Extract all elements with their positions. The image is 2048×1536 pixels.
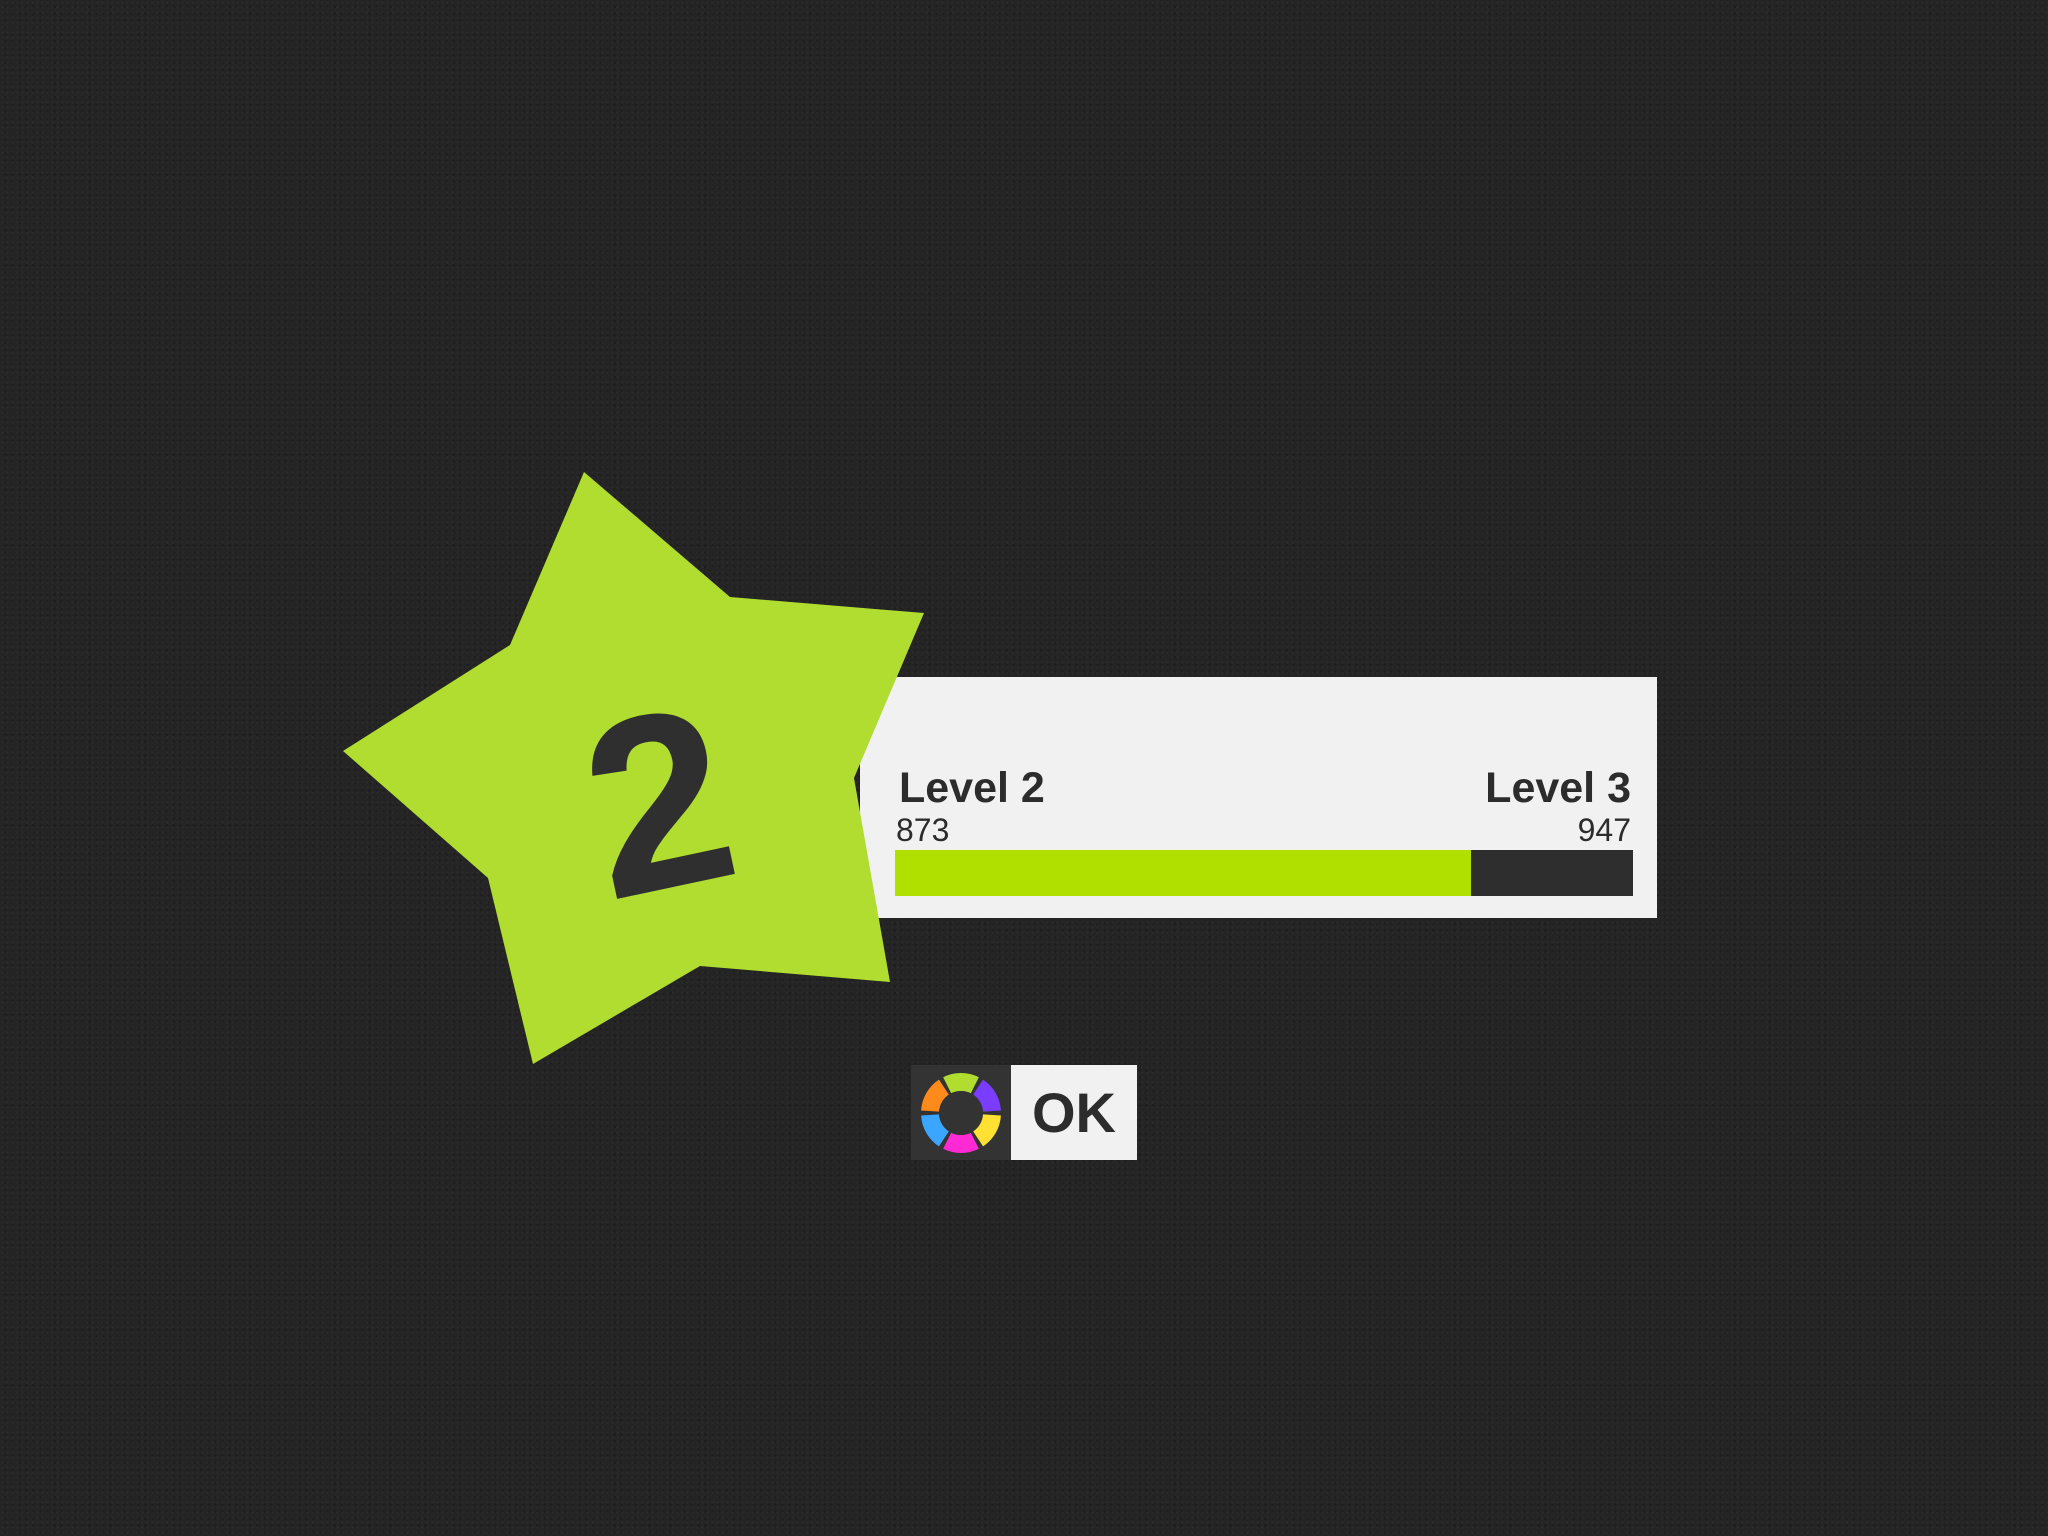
color-wheel-icon (921, 1072, 1001, 1153)
color-wheel-segment (943, 1072, 979, 1093)
xp-progress-bar (895, 850, 1633, 896)
level-progress-panel: Level 2 Level 3 873 947 (860, 677, 1657, 918)
ok-icon-box (911, 1065, 1011, 1160)
color-wheel-segment (943, 1132, 979, 1153)
level-up-screen: Level 2 Level 3 873 947 2 OK (0, 0, 2048, 1536)
level-star-badge: 2 (343, 472, 924, 1064)
next-level-label: Level 3 (1485, 764, 1631, 812)
ok-button[interactable]: OK (911, 1065, 1137, 1160)
xp-progress-fill (895, 850, 1471, 896)
ok-label: OK (1011, 1065, 1137, 1160)
xp-end-value: 947 (1577, 812, 1631, 848)
